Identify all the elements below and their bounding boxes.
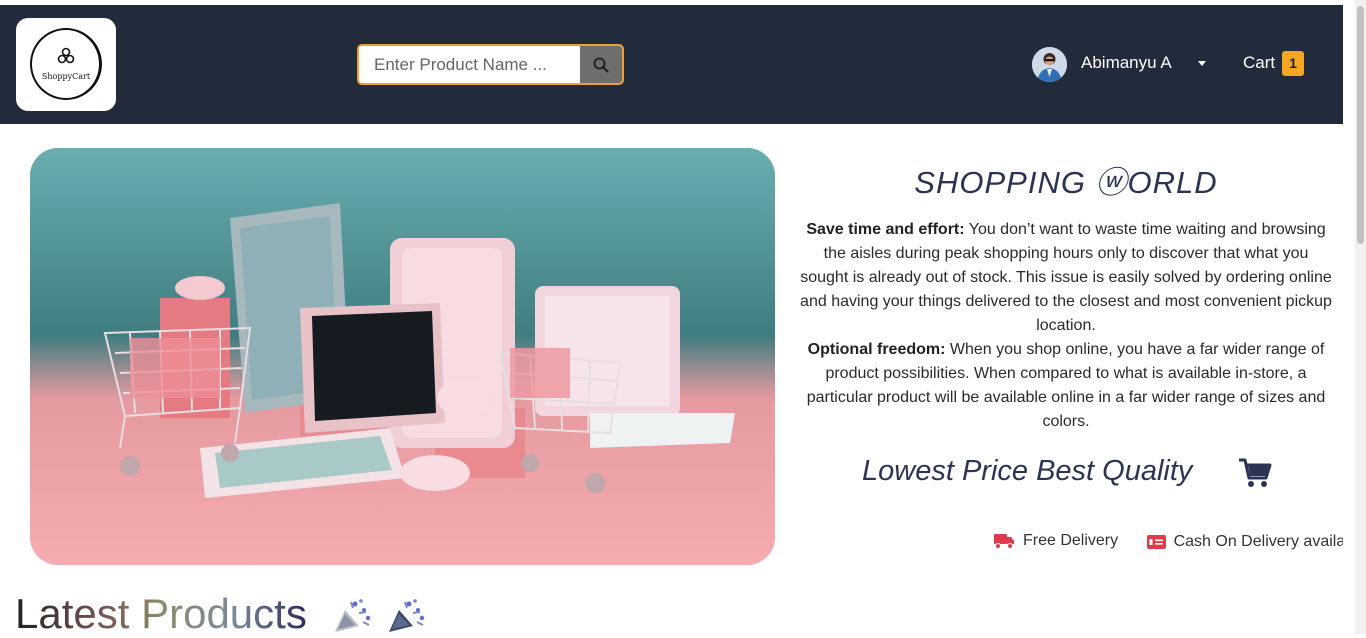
site-logo[interactable]: ShoppyCart <box>16 18 116 111</box>
user-name[interactable]: Abimanyu A <box>1081 53 1172 73</box>
party-popper-icon <box>335 599 371 632</box>
user-avatar[interactable] <box>1032 47 1067 82</box>
info-paragraph: Save time and effort: You don’t want to … <box>800 218 1332 434</box>
latest-products-heading: Latest Products <box>15 590 307 637</box>
scrollbar-thumb[interactable] <box>1357 6 1364 244</box>
page-scrollbar[interactable] <box>1355 0 1366 634</box>
truck-icon <box>994 534 1014 549</box>
hero-image <box>30 148 775 565</box>
p1-heading: Save time and effort: <box>806 221 965 238</box>
shopping-cart-icon <box>1239 458 1272 487</box>
navbar: ShoppyCart Abimanyu A Cart 1 <box>0 5 1343 124</box>
user-dropdown-caret-icon[interactable] <box>1198 61 1206 66</box>
party-popper-icon <box>389 599 425 632</box>
features-marquee: Free Delivery Cash On Delivery available <box>994 532 1343 556</box>
p2-heading: Optional freedom: <box>807 341 946 358</box>
cart-link[interactable]: Cart <box>1243 53 1275 73</box>
search-button[interactable] <box>580 46 622 83</box>
logo-text: ShoppyCart <box>41 72 91 81</box>
search-input[interactable] <box>359 46 581 83</box>
avatar-image <box>1032 47 1067 82</box>
feature-label: Cash On Delivery available <box>1173 533 1343 550</box>
cash-icon <box>1146 535 1166 549</box>
search-icon <box>593 57 609 73</box>
hero-illustration <box>30 148 775 565</box>
search-bar <box>357 44 624 85</box>
info-title: SHOPPING ⓦORLD <box>914 165 1218 200</box>
feature-cash-on-delivery: Cash On Delivery available <box>1146 533 1343 551</box>
tagline: Lowest Price Best Quality <box>862 455 1193 487</box>
logo-knot-icon <box>57 47 75 64</box>
feature-free-delivery: Free Delivery <box>994 532 1118 550</box>
feature-label: Free Delivery <box>1023 532 1119 549</box>
cart-count-badge[interactable]: 1 <box>1282 51 1304 76</box>
